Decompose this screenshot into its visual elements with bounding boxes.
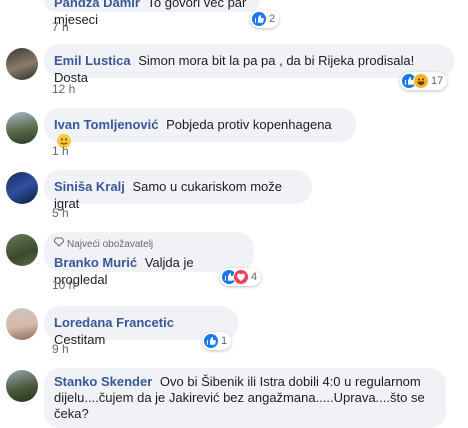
comment-author[interactable]: Emil Lustica xyxy=(54,53,131,68)
comment-author[interactable]: Branko Murić xyxy=(54,255,137,270)
comment-timestamp[interactable]: 9 h xyxy=(52,342,69,356)
like-icon xyxy=(252,12,266,26)
comment-author[interactable]: Siniša Kralj xyxy=(54,179,125,194)
comment-timestamp[interactable]: 10 h xyxy=(52,278,75,292)
comment-bubble: Pandža Damir To govori već par mjeseci xyxy=(44,0,260,27)
reaction-summary[interactable]: 17 xyxy=(400,72,448,90)
comment-bubble: Emil Lustica Simon mora bit la pa pa , d… xyxy=(44,44,454,85)
comment-author[interactable]: Ivan Tomljenović xyxy=(54,117,159,132)
comment-timestamp[interactable]: 7 h xyxy=(52,20,69,34)
avatar[interactable] xyxy=(6,370,38,402)
badge-label: Najveći obožavatelj xyxy=(67,239,154,250)
comment-text-line: Ovo bi Šibenik ili Istra dobili 4:0 u re… xyxy=(159,374,421,389)
comment-bubble: Ivan Tomljenović Pobjeda protiv kopenhag… xyxy=(44,108,356,148)
avatar[interactable] xyxy=(6,48,38,80)
reaction-count: 4 xyxy=(251,271,258,283)
comment-author[interactable]: Loredana Francetic xyxy=(54,315,174,330)
reaction-count: 1 xyxy=(221,335,228,347)
comment-text-line: dijelu....čujem da je Jakirević bez anga… xyxy=(54,390,425,405)
reaction-summary[interactable]: 4 xyxy=(220,268,262,286)
diamond-icon xyxy=(53,236,65,253)
comment-bubble: Siniša Kralj Samo u cukariskom može igra… xyxy=(44,170,312,211)
avatar[interactable] xyxy=(6,234,38,266)
reaction-summary[interactable]: 1 xyxy=(202,332,232,350)
reaction-count: 2 xyxy=(269,13,276,25)
avatar[interactable] xyxy=(6,308,38,340)
avatar[interactable] xyxy=(6,112,38,144)
comment-text-line: čeka? xyxy=(54,406,89,421)
like-icon xyxy=(204,334,218,348)
love-icon xyxy=(234,270,248,284)
reaction-count: 17 xyxy=(431,75,444,87)
comment-author[interactable]: Pandža Damir xyxy=(54,0,140,10)
reaction-summary[interactable]: 2 xyxy=(250,10,280,28)
comment-text: Pobjeda protiv kopenhagena xyxy=(166,117,332,132)
comment-author[interactable]: Stanko Skender xyxy=(54,374,152,389)
comment-bubble: Stanko Skender Ovo bi Šibenik ili Istra … xyxy=(44,368,446,428)
comment-bubble: Najveći obožavatelj Branko Murić Valjda … xyxy=(44,232,254,287)
comment-timestamp[interactable]: 1 h xyxy=(52,144,69,158)
avatar[interactable] xyxy=(6,172,38,204)
haha-icon xyxy=(414,74,428,88)
comment-timestamp[interactable]: 12 h xyxy=(52,82,75,96)
comment-timestamp[interactable]: 5 h xyxy=(52,206,69,220)
top-fan-badge: Najveći obožavatelj xyxy=(53,236,244,253)
